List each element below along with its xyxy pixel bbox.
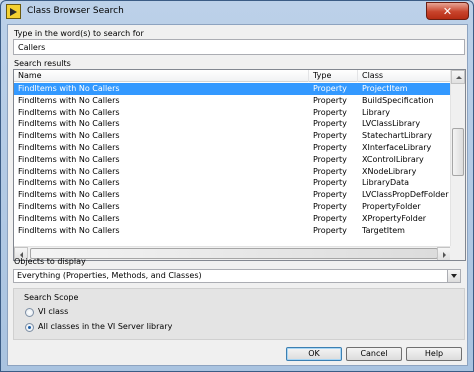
cell-name: FindItems with No Callers xyxy=(18,119,120,129)
table-row[interactable]: FindItems with No Callers Property XContro… xyxy=(14,154,451,166)
cell-name: FindItems with No Callers xyxy=(18,178,120,188)
cell-type: Property xyxy=(313,225,347,235)
cell-class: Library xyxy=(362,107,390,117)
cell-class: StatechartLibrary xyxy=(362,131,432,141)
cell-name: FindItems with No Callers xyxy=(18,190,120,200)
table-row[interactable]: FindItems with No Callers Property BuildSp… xyxy=(14,95,451,107)
search-results-list[interactable]: Name Type Class FindItems with No Caller… xyxy=(13,69,466,261)
cell-type: Property xyxy=(313,84,347,93)
cell-name: FindItems with No Callers xyxy=(18,84,120,93)
window-title: Class Browser Search xyxy=(27,6,124,16)
radio-vi-class-label[interactable]: VI class xyxy=(38,307,68,316)
cell-name: FindItems with No Callers xyxy=(18,131,120,141)
cell-type: Property xyxy=(313,166,347,176)
table-row[interactable]: FindItems with No Callers Property Statech… xyxy=(14,130,451,142)
cell-type: Property xyxy=(313,119,347,129)
help-button[interactable]: Help xyxy=(406,347,462,361)
cell-class: LVClassLibrary xyxy=(362,119,421,129)
cell-type: Property xyxy=(313,213,347,223)
cell-type: Property xyxy=(313,154,347,164)
objects-to-display-value: Everything (Properties, Methods, and Cla… xyxy=(17,271,202,280)
cell-class: TargetItem xyxy=(362,225,405,235)
cell-name: FindItems with No Callers xyxy=(18,143,120,152)
cell-class: LVClassPropDefFolder xyxy=(362,190,449,200)
column-header-class[interactable]: Class xyxy=(358,70,451,82)
arrow-right-icon xyxy=(443,252,446,258)
cell-type: Property xyxy=(313,190,347,200)
table-row[interactable]: FindItems with No Callers Property Library xyxy=(14,107,451,119)
dropdown-arrow-icon[interactable] xyxy=(447,270,460,282)
table-row[interactable]: FindItems with No Callers Property Library… xyxy=(14,177,451,189)
search-results-label: Search results xyxy=(14,59,71,68)
results-header: Name Type Class xyxy=(14,70,451,82)
ok-button[interactable]: OK xyxy=(286,347,342,361)
vertical-scroll-thumb[interactable] xyxy=(452,128,464,176)
close-icon: ✕ xyxy=(442,4,453,18)
search-input[interactable]: Callers xyxy=(13,39,465,55)
cell-type: Property xyxy=(313,202,347,211)
cell-name: FindItems with No Callers xyxy=(18,95,120,105)
cell-name: FindItems with No Callers xyxy=(18,154,120,164)
table-row[interactable]: FindItems with No Callers Property TargetI… xyxy=(14,225,451,237)
dialog-body: Type in the word(s) to search for Caller… xyxy=(7,24,468,366)
scroll-right-button[interactable] xyxy=(437,247,451,260)
column-header-name[interactable]: Name xyxy=(14,70,309,82)
scroll-up-button[interactable] xyxy=(451,70,465,84)
cell-class: PropertyFolder xyxy=(362,202,421,211)
title-bar[interactable]: Class Browser Search ✕ xyxy=(1,1,473,23)
cell-class: XInterfaceLibrary xyxy=(362,143,432,152)
objects-to-display-dropdown[interactable]: Everything (Properties, Methods, and Cla… xyxy=(13,269,461,283)
cell-class: BuildSpecification xyxy=(362,95,434,105)
search-scope-group: Search Scope VI class All classes in the… xyxy=(13,288,465,340)
table-row[interactable]: FindItems with No Callers Property Propert… xyxy=(14,201,451,213)
arrow-up-icon xyxy=(456,76,462,79)
cell-type: Property xyxy=(313,95,347,105)
horizontal-scroll-thumb[interactable] xyxy=(30,248,438,259)
table-row[interactable]: FindItems with No Callers Property LVClass… xyxy=(14,118,451,130)
column-header-type[interactable]: Type xyxy=(309,70,358,82)
radio-vi-class[interactable] xyxy=(25,308,34,317)
radio-all-classes-label[interactable]: All classes in the VI Server library xyxy=(38,322,172,331)
labview-app-icon xyxy=(6,4,21,19)
table-row[interactable]: FindItems with No Callers Property Project… xyxy=(14,83,451,95)
table-row[interactable]: FindItems with No Callers Property XInterf… xyxy=(14,142,451,154)
class-browser-search-window: Class Browser Search ✕ Type in the word(… xyxy=(0,0,474,372)
cell-class: LibraryData xyxy=(362,178,410,188)
cell-type: Property xyxy=(313,143,347,152)
cell-name: FindItems with No Callers xyxy=(18,202,120,211)
cell-class: XNodeLibrary xyxy=(362,166,417,176)
results-vertical-scrollbar[interactable] xyxy=(450,70,465,260)
cell-name: FindItems with No Callers xyxy=(18,166,120,176)
search-scope-label: Search Scope xyxy=(24,293,79,302)
objects-to-display-label: Objects to display xyxy=(14,257,86,266)
cell-class: XPropertyFolder xyxy=(362,213,427,223)
cell-name: FindItems with No Callers xyxy=(18,107,120,117)
cancel-button[interactable]: Cancel xyxy=(346,347,402,361)
cell-type: Property xyxy=(313,131,347,141)
table-row[interactable]: FindItems with No Callers Property XNodeLi… xyxy=(14,166,451,178)
cell-name: FindItems with No Callers xyxy=(18,225,120,235)
cell-class: XControlLibrary xyxy=(362,154,424,164)
table-row[interactable]: FindItems with No Callers Property LVClass… xyxy=(14,189,451,201)
cell-name: FindItems with No Callers xyxy=(18,213,120,223)
close-button[interactable]: ✕ xyxy=(426,2,469,20)
cell-class: ProjectItem xyxy=(362,84,408,93)
search-input-value: Callers xyxy=(18,43,46,52)
search-prompt-label: Type in the word(s) to search for xyxy=(14,29,144,38)
cell-type: Property xyxy=(313,107,347,117)
table-row[interactable]: FindItems with No Callers Property XProper… xyxy=(14,213,451,225)
scroll-corner xyxy=(450,246,465,260)
radio-all-classes[interactable] xyxy=(25,323,34,332)
cell-type: Property xyxy=(313,178,347,188)
